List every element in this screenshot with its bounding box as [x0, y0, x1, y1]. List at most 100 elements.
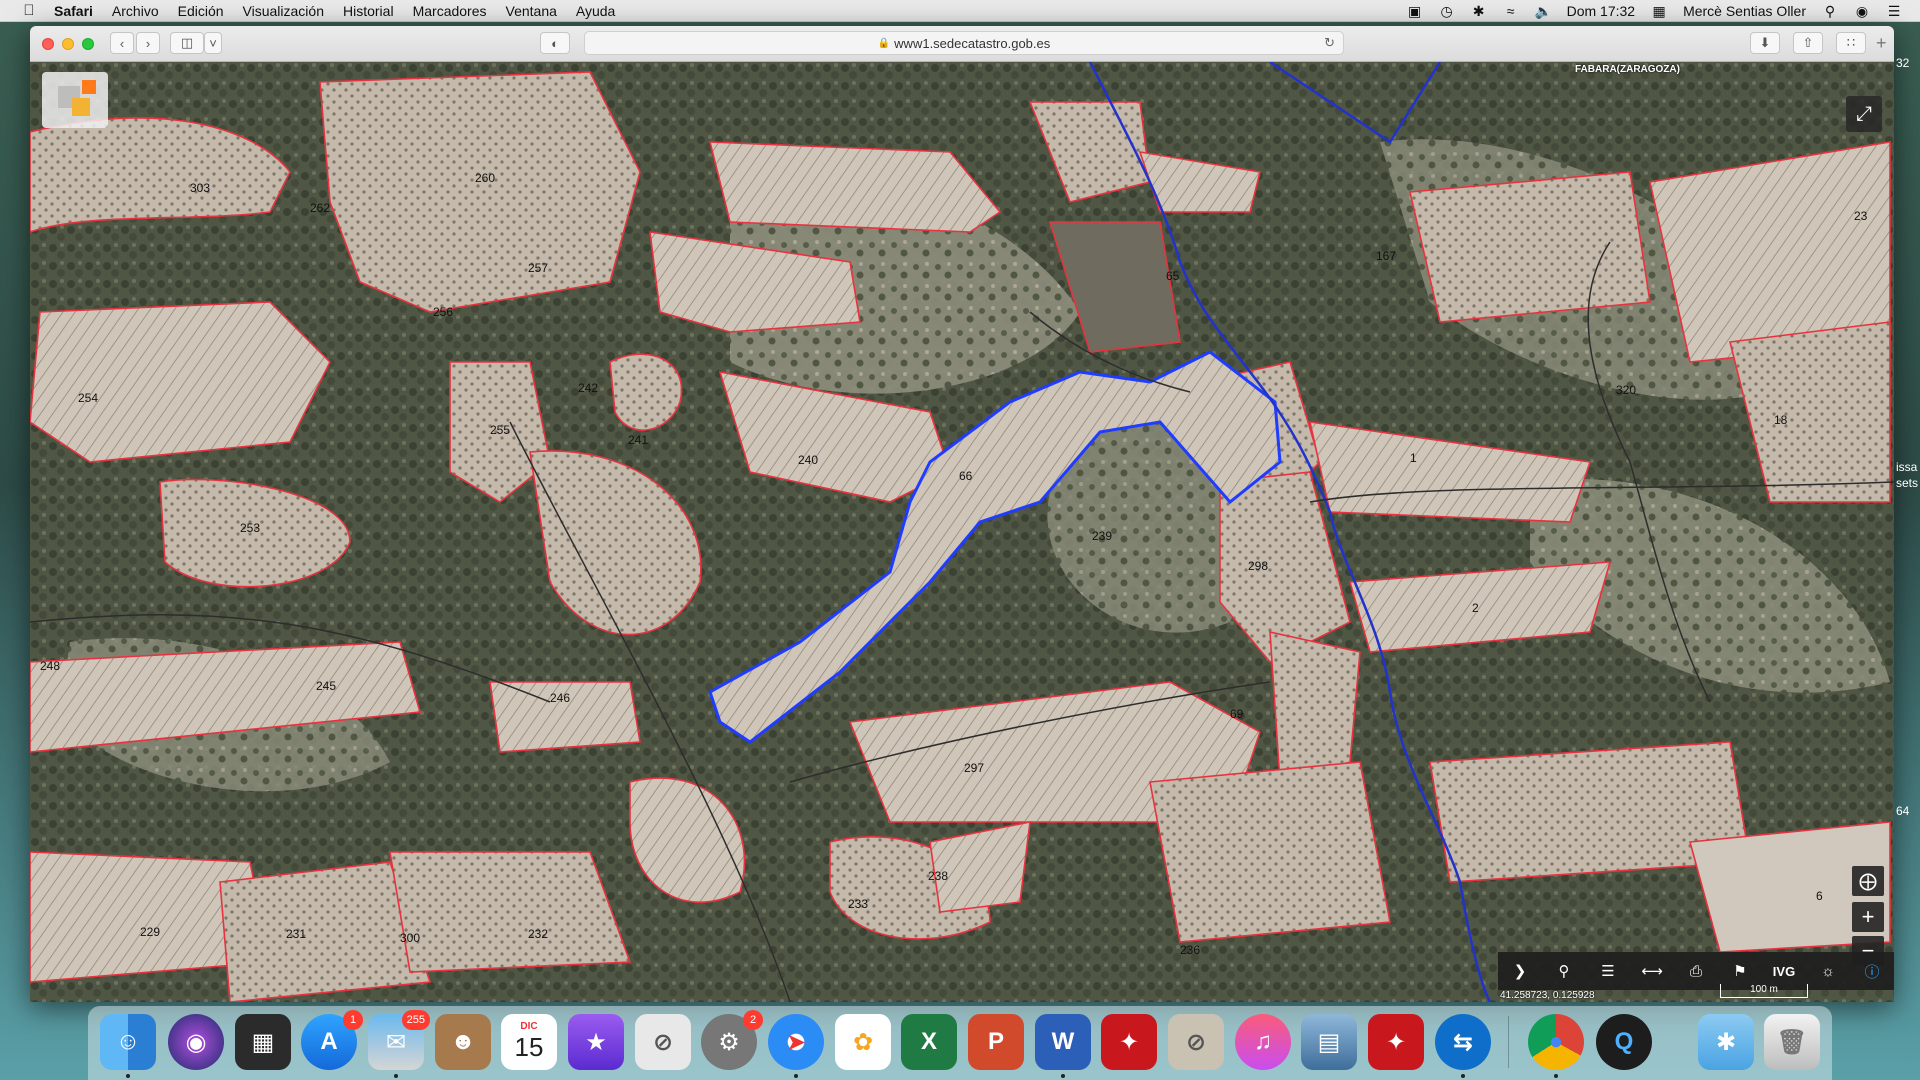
chevron-left-icon: ‹: [119, 35, 125, 51]
parcel-label: 69: [1230, 707, 1244, 721]
dock-applications-folder[interactable]: ✱: [1698, 1014, 1754, 1070]
menu-ayuda[interactable]: Ayuda: [576, 3, 615, 19]
reload-icon[interactable]: ↻: [1324, 35, 1335, 51]
screen-share-icon[interactable]: ▣: [1407, 3, 1423, 20]
print-button[interactable]: ⎙: [1674, 952, 1718, 990]
privacy-report-button[interactable]: ◐: [540, 32, 570, 54]
dock-teamviewer[interactable]: ⇆: [1435, 1014, 1491, 1078]
scale-bar: 100 m: [1720, 984, 1808, 998]
share-button[interactable]: ⇧: [1793, 32, 1823, 54]
photos-icon: ✿: [852, 1028, 874, 1056]
running-indicator: [394, 1074, 398, 1078]
dock-acrobat-1[interactable]: ✦: [1101, 1014, 1157, 1070]
binoculars-icon: ☼: [1821, 962, 1835, 980]
new-tab-button[interactable]: +: [1876, 33, 1887, 54]
logo-square-yellow: [72, 98, 90, 116]
back-button[interactable]: ‹: [110, 32, 134, 54]
time-machine-icon[interactable]: ◷: [1439, 3, 1455, 20]
dock-trash[interactable]: 🗑: [1764, 1014, 1820, 1070]
window-zoom-button[interactable]: [82, 38, 94, 50]
notification-center-icon[interactable]: ☰: [1886, 3, 1902, 20]
dock-system-preferences[interactable]: ⚙ 2: [701, 1010, 763, 1070]
menu-marcadores[interactable]: Marcadores: [413, 3, 487, 19]
info-button[interactable]: ⓘ: [1850, 952, 1894, 990]
dock-chrome[interactable]: ●: [1528, 1014, 1584, 1078]
running-indicator: [794, 1074, 798, 1078]
dock-acrobat-2[interactable]: ✦: [1368, 1014, 1424, 1070]
dock-app-store[interactable]: A1: [301, 1010, 363, 1070]
dock-excel[interactable]: X: [901, 1014, 957, 1070]
menu-historial[interactable]: Historial: [343, 3, 394, 19]
scale-label: 100 m: [1750, 984, 1778, 995]
wifi-icon[interactable]: ≈: [1503, 3, 1519, 19]
shield-icon: ◐: [551, 35, 559, 51]
sidebar-menu-button[interactable]: ˅: [204, 32, 222, 54]
fullscreen-button[interactable]: ⤢: [1846, 96, 1882, 132]
expand-icon: ⤢: [1856, 102, 1872, 125]
dock-music[interactable]: ♫: [1235, 1014, 1291, 1070]
dock-preview[interactable]: ▤: [1301, 1014, 1357, 1070]
dock-safari[interactable]: ➤: [768, 1014, 824, 1078]
center-location-button[interactable]: ⨁: [1852, 866, 1884, 896]
menu-app-safari[interactable]: Safari: [54, 3, 93, 19]
dock-quicktime[interactable]: Q: [1596, 1014, 1652, 1070]
dock-powerpoint[interactable]: P: [968, 1014, 1024, 1070]
keyboard-layout-icon[interactable]: ▦: [1651, 3, 1667, 20]
forward-button[interactable]: ›: [136, 32, 160, 54]
parcel-label: 260: [475, 171, 495, 185]
bluetooth-icon[interactable]: ✱: [1471, 3, 1487, 20]
dock-contacts[interactable]: ☻: [435, 1014, 491, 1070]
menu-visualizacion[interactable]: Visualización: [243, 3, 324, 19]
plus-icon: +: [1861, 904, 1875, 929]
catastro-logo[interactable]: [42, 72, 108, 128]
downloads-button[interactable]: ⬇: [1750, 32, 1780, 54]
parcel-label: 23: [1854, 209, 1868, 223]
dock-app-blocked-2[interactable]: ⊘: [1168, 1014, 1224, 1070]
streetview-button[interactable]: ☼: [1806, 952, 1850, 990]
menubar-user[interactable]: Mercè Sentias Oller: [1683, 3, 1806, 19]
parcel-label: 245: [316, 679, 336, 693]
dock-app-blocked-1[interactable]: ⊘: [635, 1014, 691, 1070]
dock-mission-control[interactable]: ▦: [235, 1014, 291, 1070]
menu-ventana[interactable]: Ventana: [506, 3, 557, 19]
volume-icon[interactable]: 🔈: [1535, 3, 1552, 20]
tab-overview-button[interactable]: ∷: [1836, 32, 1866, 54]
dock-siri[interactable]: ◉: [168, 1014, 224, 1070]
dock-calendar[interactable]: DIC 15: [501, 1014, 557, 1070]
dock-word[interactable]: W: [1035, 1014, 1091, 1078]
folder-icon: ✱: [1715, 1028, 1737, 1056]
apple-menu-icon[interactable]: : [18, 2, 40, 19]
parcel-label: 246: [550, 691, 570, 705]
search-icon: ⚲: [1558, 963, 1570, 980]
excel-icon: X: [920, 1028, 937, 1055]
window-minimize-button[interactable]: [62, 38, 74, 50]
window-close-button[interactable]: [42, 38, 54, 50]
layers-button[interactable]: ☰: [1586, 952, 1630, 990]
dock-separator: [1508, 1016, 1509, 1068]
spotlight-search-icon[interactable]: ⚲: [1822, 3, 1838, 20]
menubar-clock[interactable]: Dom 17:32: [1567, 3, 1635, 19]
menu-edicion[interactable]: Edición: [178, 3, 224, 19]
menu-archivo[interactable]: Archivo: [112, 3, 159, 19]
dock-photos[interactable]: ✿: [835, 1014, 891, 1070]
running-indicator: [1554, 1074, 1558, 1078]
info-icon: ⓘ: [1864, 963, 1880, 981]
sidebar-toggle-button[interactable]: ◫: [170, 32, 204, 54]
running-indicator: [1461, 1074, 1465, 1078]
parcel-label: 241: [628, 433, 648, 447]
sidebar-icon: ◫: [180, 35, 194, 50]
siri-icon[interactable]: ◉: [1854, 3, 1870, 20]
dock-finder[interactable]: ☺: [100, 1014, 156, 1078]
powerpoint-icon: P: [987, 1028, 1004, 1055]
aerial-map-canvas[interactable]: 303 262 260 257 256 254 255 242 241 240 …: [30, 62, 1894, 1002]
mission-control-icon: ▦: [251, 1028, 275, 1056]
address-bar[interactable]: 🔒 www1.sedecatastro.gob.es ↻: [584, 31, 1344, 55]
dock-mail[interactable]: ✉ 255: [368, 1010, 430, 1078]
toolbar-expand-button[interactable]: ❯: [1498, 952, 1542, 990]
search-button[interactable]: ⚲: [1542, 952, 1586, 990]
layers-icon: ☰: [1601, 963, 1615, 980]
cadastre-map[interactable]: 303 262 260 257 256 254 255 242 241 240 …: [30, 62, 1894, 1002]
dock-imovie[interactable]: ★: [568, 1014, 624, 1070]
measure-button[interactable]: ⟷: [1630, 952, 1674, 990]
zoom-in-button[interactable]: +: [1852, 902, 1884, 932]
